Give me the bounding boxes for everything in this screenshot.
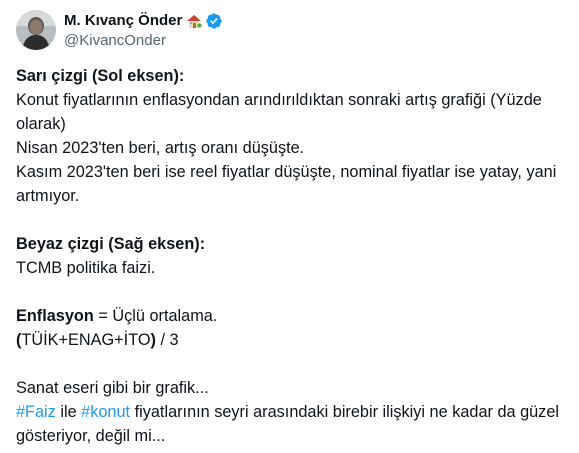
tweet-card: M. Kıvanç Önder @KivancOnder Sarı çizgi …	[0, 0, 579, 453]
white-line-text: TCMB politika faizi.	[16, 259, 156, 277]
avatar-image	[16, 10, 56, 50]
text-ile: ile	[55, 403, 82, 421]
verified-badge-icon[interactable]	[205, 12, 223, 30]
yellow-line-text-3: Kasım 2023'ten beri ise reel fiyatlar dü…	[16, 163, 557, 205]
tweet-header: M. Kıvanç Önder @KivancOnder	[16, 10, 223, 51]
formula-divisor: / 3	[155, 331, 179, 349]
house-with-garden-icon	[186, 13, 202, 29]
formula-sources: TÜİK+ENAG+İTO	[21, 331, 151, 349]
author-handle[interactable]: @KivancOnder	[64, 31, 223, 51]
tweet-text: Sarı çizgi (Sol eksen): Konut fiyatların…	[16, 64, 564, 448]
author-display-name[interactable]: M. Kıvanç Önder	[64, 11, 182, 31]
inflation-label: Enflasyon	[16, 307, 94, 325]
yellow-line-text-1: Konut fiyatlarının enflasyondan arındırı…	[16, 91, 542, 133]
closing-line-1: Sanat eseri gibi bir grafik...	[16, 379, 209, 397]
inflation-line: Enflasyon = Üçlü ortalama.	[16, 304, 564, 328]
avatar[interactable]	[16, 10, 56, 50]
yellow-line-heading: Sarı çizgi (Sol eksen):	[16, 67, 185, 85]
yellow-line-text-2: Nisan 2023'ten beri, artış oranı düşüşte…	[16, 139, 305, 157]
inflation-definition: = Üçlü ortalama.	[93, 307, 218, 325]
closing-line-2: #Faiz ile #konut fiyatlarının seyri aras…	[16, 400, 564, 448]
white-line-heading: Beyaz çizgi (Sağ eksen):	[16, 235, 206, 253]
formula-line: (TÜİK+ENAG+İTO) / 3	[16, 328, 564, 352]
name-row: M. Kıvanç Önder	[64, 11, 223, 31]
hashtag-faiz-link[interactable]: #Faiz	[16, 403, 56, 421]
author-names: M. Kıvanç Önder @KivancOnder	[64, 11, 223, 51]
hashtag-konut-link[interactable]: #konut	[81, 403, 130, 421]
